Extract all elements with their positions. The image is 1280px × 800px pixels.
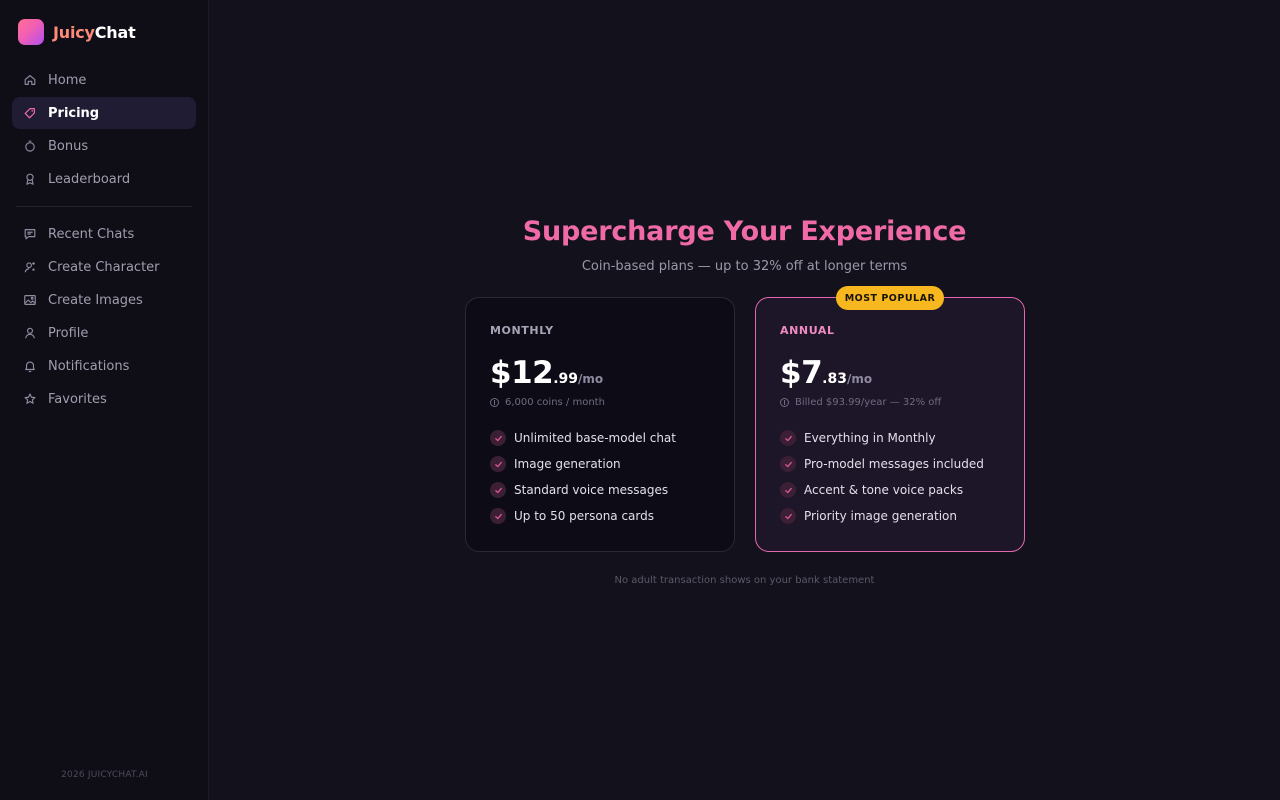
feature-item: Image generation [490,451,710,477]
check-icon [490,482,506,498]
sidebar-item-leaderboard[interactable]: Leaderboard [12,163,196,195]
plan-meta: Billed $93.99/year — 32% off [780,397,1000,408]
feature-item: Unlimited base-model chat [490,425,710,451]
primary-nav: Home Pricing Bonus Leaderboard [12,64,196,195]
plan-price: $7.83/mo [780,355,1000,391]
sidebar-item-label: Bonus [48,138,89,154]
brand-name-part1: Juicy [53,22,95,42]
coin-icon [490,398,499,407]
sidebar: JuicyChat Home Pricing Bonus Leaderboard… [0,0,209,800]
sidebar-item-pricing[interactable]: Pricing [12,97,196,129]
feature-text: Priority image generation [804,509,957,523]
feature-item: Everything in Monthly [780,425,1000,451]
feature-text: Unlimited base-model chat [514,431,676,445]
sidebar-item-favorites[interactable]: Favorites [12,383,196,415]
check-icon [780,482,796,498]
plan-meta-text: 6,000 coins / month [505,397,605,408]
feature-text: Accent & tone voice packs [804,483,964,497]
sidebar-divider [16,206,192,207]
check-icon [490,456,506,472]
coin-icon [780,398,789,407]
sidebar-item-home[interactable]: Home [12,64,196,96]
sidebar-item-create-character[interactable]: Create Character [12,251,196,283]
billing-footnote: No adult transaction shows on your bank … [614,575,875,586]
plan-card-monthly[interactable]: MONTHLY $12.99/mo 6,000 coins / month Un… [465,297,735,552]
secondary-nav: Recent Chats Create Character Create Ima… [12,218,196,415]
sidebar-item-create-images[interactable]: Create Images [12,284,196,316]
sidebar-item-label: Pricing [48,105,100,121]
feature-list: Everything in Monthly Pro-model messages… [780,425,1000,529]
page-subtitle: Coin-based plans — up to 32% off at long… [581,259,908,274]
feature-item: Accent & tone voice packs [780,477,1000,503]
plan-card-annual[interactable]: ANNUAL $7.83/mo Billed $93.99/year — 32%… [755,297,1025,552]
page-title: Supercharge Your Experience [522,216,967,247]
feature-text: Image generation [514,457,621,471]
check-icon [780,456,796,472]
plan-meta: 6,000 coins / month [490,397,710,408]
sidebar-item-label: Profile [48,325,89,341]
sidebar-item-label: Favorites [48,391,107,407]
feature-text: Pro-model messages included [804,457,984,471]
sidebar-item-bonus[interactable]: Bonus [12,130,196,162]
plan-price: $12.99/mo [490,355,710,391]
chat-icon [23,227,37,241]
price-period: /mo [578,372,604,386]
price-period: /mo [846,372,873,386]
home-icon [23,73,37,87]
tag-icon [23,106,37,120]
check-icon [490,430,506,446]
sidebar-item-label: Create Images [48,292,143,308]
bell-icon [23,359,37,373]
brand[interactable]: JuicyChat [12,0,196,64]
star-icon [23,392,37,406]
price-whole: $7 [780,355,823,391]
check-icon [780,508,796,524]
feature-text: Everything in Monthly [804,431,936,445]
sidebar-item-notifications[interactable]: Notifications [12,350,196,382]
feature-item: Pro-model messages included [780,451,1000,477]
award-icon [23,172,37,186]
sidebar-item-label: Home [48,72,87,88]
logo-icon [18,19,44,45]
image-icon [23,293,37,307]
brand-name-part2: Chat [94,22,136,42]
user-icon [23,326,37,340]
sidebar-item-label: Leaderboard [48,171,131,187]
price-cents: .99 [553,371,579,387]
price-whole: $12 [490,355,554,391]
copyright: 2026 JUICYCHAT.AI [61,770,148,780]
check-icon [490,508,506,524]
feature-item: Priority image generation [780,503,1000,529]
feature-text: Standard voice messages [514,483,669,497]
sidebar-item-profile[interactable]: Profile [12,317,196,349]
user-sparkle-icon [23,260,37,274]
sidebar-item-label: Notifications [48,358,130,374]
feature-list: Unlimited base-model chat Image generati… [490,425,710,529]
plan-meta-text: Billed $93.99/year — 32% off [795,397,942,408]
check-icon [780,430,796,446]
sidebar-item-label: Recent Chats [48,226,135,242]
main-content: Supercharge Your Experience Coin-based p… [209,0,1280,800]
brand-name: JuicyChat [53,23,136,42]
feature-item: Standard voice messages [490,477,710,503]
plan-name: MONTHLY [490,324,554,337]
feature-text: Up to 50 persona cards [514,509,655,523]
feature-item: Up to 50 persona cards [490,503,710,529]
sidebar-item-label: Create Character [48,259,160,275]
stopwatch-icon [23,139,37,153]
sidebar-item-recent-chats[interactable]: Recent Chats [12,218,196,250]
most-popular-badge: MOST POPULAR [836,286,944,310]
price-cents: .83 [822,371,847,387]
plan-name: ANNUAL [780,324,835,337]
